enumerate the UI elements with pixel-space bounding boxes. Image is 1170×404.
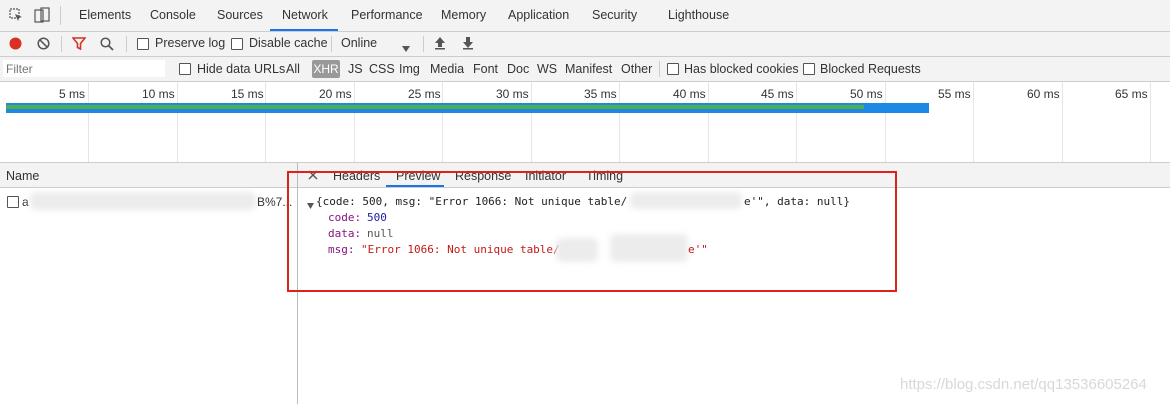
- devtools-tab-bar: Elements Console Sources Network Perform…: [0, 0, 1170, 32]
- type-filter-xhr[interactable]: XHR: [312, 60, 340, 78]
- type-filter-media[interactable]: Media: [430, 62, 464, 76]
- tab-network[interactable]: Network: [282, 8, 328, 22]
- type-filter-doc[interactable]: Doc: [507, 62, 529, 76]
- tab-memory[interactable]: Memory: [441, 8, 486, 22]
- tab-performance[interactable]: Performance: [351, 8, 423, 22]
- highlight-box: [287, 171, 897, 292]
- preserve-log-label[interactable]: Preserve log: [155, 36, 225, 50]
- clear-icon[interactable]: [37, 37, 50, 53]
- chevron-down-icon[interactable]: [402, 41, 410, 55]
- preserve-log-checkbox[interactable]: [137, 38, 149, 50]
- tab-elements[interactable]: Elements: [79, 8, 131, 22]
- timeline-tick: 35 ms: [584, 87, 617, 101]
- timeline-tick: 65 ms: [1115, 87, 1148, 101]
- timeline-tick: 15 ms: [231, 87, 264, 101]
- search-icon[interactable]: [100, 37, 114, 54]
- request-row[interactable]: a B%7...: [0, 190, 297, 212]
- timeline-overview[interactable]: 5 ms 10 ms 15 ms 20 ms 25 ms 30 ms 35 ms…: [0, 82, 1170, 163]
- disable-cache-checkbox[interactable]: [231, 38, 243, 50]
- throttling-select[interactable]: Online: [341, 36, 377, 50]
- inspect-element-icon[interactable]: [9, 8, 23, 25]
- timeline-tick: 30 ms: [496, 87, 529, 101]
- request-name-prefix: a: [22, 195, 29, 209]
- redacted-blur: [30, 192, 256, 210]
- timeline-tick: 50 ms: [850, 87, 883, 101]
- timeline-tick: 25 ms: [408, 87, 441, 101]
- has-blocked-cookies-label[interactable]: Has blocked cookies: [684, 62, 799, 76]
- has-blocked-cookies-checkbox[interactable]: [667, 63, 679, 75]
- blocked-requests-checkbox[interactable]: [803, 63, 815, 75]
- request-type-icon: [7, 196, 19, 208]
- timeline-tick: 20 ms: [319, 87, 352, 101]
- type-filter-all[interactable]: All: [286, 62, 300, 76]
- request-list: a B%7...: [0, 188, 298, 404]
- type-filter-css[interactable]: CSS: [369, 62, 395, 76]
- type-filter-font[interactable]: Font: [473, 62, 498, 76]
- tab-security[interactable]: Security: [592, 8, 637, 22]
- network-toolbar: Preserve log Disable cache Online: [0, 32, 1170, 57]
- blocked-requests-label[interactable]: Blocked Requests: [820, 62, 921, 76]
- record-icon[interactable]: [9, 37, 22, 53]
- disable-cache-label[interactable]: Disable cache: [249, 36, 328, 50]
- name-column-header[interactable]: Name: [6, 169, 39, 183]
- timeline-tick: 55 ms: [938, 87, 971, 101]
- hide-data-urls-checkbox[interactable]: [179, 63, 191, 75]
- type-filter-js[interactable]: JS: [348, 62, 363, 76]
- hide-data-urls-label[interactable]: Hide data URLs: [197, 62, 285, 76]
- active-tab-indicator: [270, 29, 338, 31]
- request-waiting-bar: [6, 105, 864, 109]
- filter-bar: Hide data URLs All XHR JS CSS Img Media …: [0, 57, 1170, 82]
- export-har-icon[interactable]: [462, 36, 474, 53]
- request-list-header: Name: [0, 163, 298, 188]
- watermark: https://blog.csdn.net/qq13536605264: [900, 376, 1147, 393]
- type-filter-other[interactable]: Other: [621, 62, 652, 76]
- device-toolbar-icon[interactable]: [34, 7, 50, 26]
- type-filter-manifest[interactable]: Manifest: [565, 62, 612, 76]
- timeline-tick: 40 ms: [673, 87, 706, 101]
- filter-icon[interactable]: [71, 37, 87, 53]
- import-har-icon[interactable]: [434, 36, 446, 53]
- tab-console[interactable]: Console: [150, 8, 196, 22]
- type-filter-img[interactable]: Img: [399, 62, 420, 76]
- timeline-tick: 60 ms: [1027, 87, 1060, 101]
- tab-lighthouse[interactable]: Lighthouse: [668, 8, 729, 22]
- filter-input[interactable]: [3, 60, 165, 77]
- timeline-tick: 45 ms: [761, 87, 794, 101]
- type-filter-ws[interactable]: WS: [537, 62, 557, 76]
- timeline-tick: 5 ms: [59, 87, 86, 101]
- tab-application[interactable]: Application: [508, 8, 569, 22]
- timeline-tick: 10 ms: [142, 87, 175, 101]
- tab-sources[interactable]: Sources: [217, 8, 263, 22]
